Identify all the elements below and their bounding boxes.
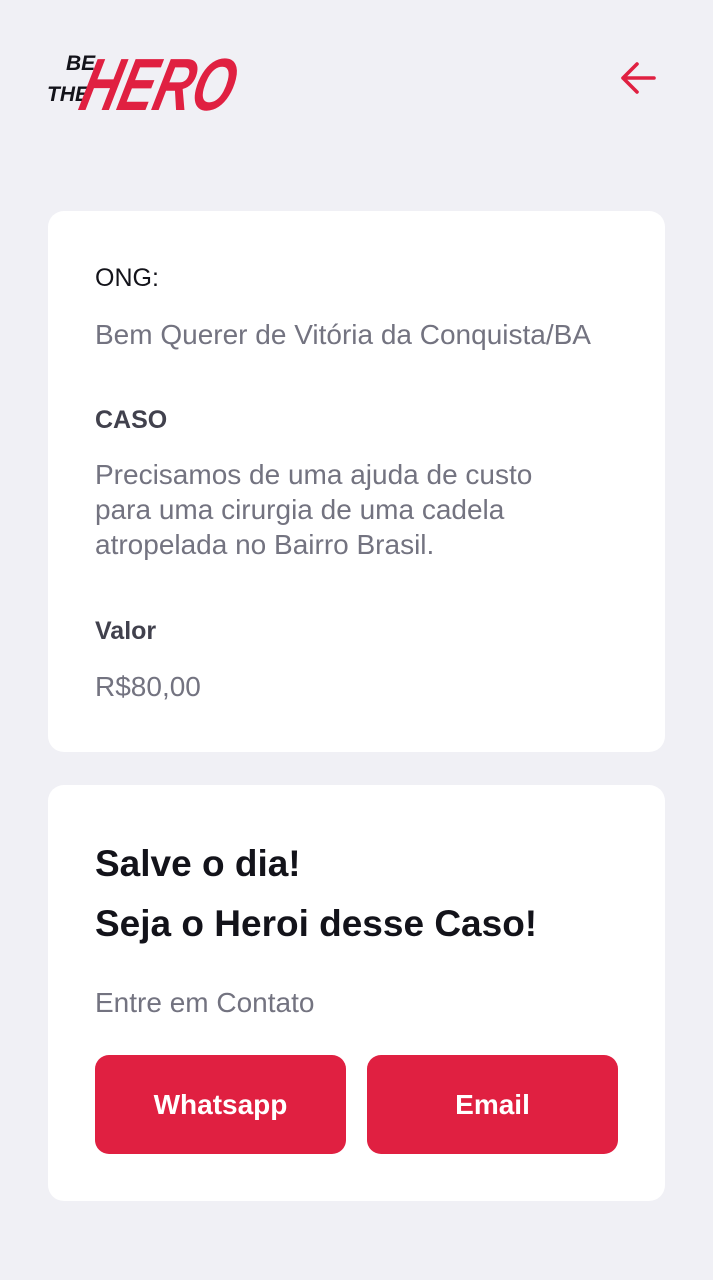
contact-title-line-2: Seja o Heroi desse Caso!	[95, 903, 538, 944]
contact-card: Salve o dia! Seja o Heroi desse Caso! En…	[48, 785, 665, 1201]
contact-description: Entre em Contato	[95, 987, 315, 1018]
case-description-line: para uma cirurgia de uma cadela	[95, 494, 505, 525]
be-the-hero-logo: BE THE HERO	[44, 34, 240, 120]
value-amount: R$80,00	[95, 671, 201, 702]
value-label: Valor	[95, 617, 157, 645]
contact-actions: Whatsapp Email	[95, 1055, 618, 1154]
arrow-left-icon	[621, 62, 656, 94]
incident-card: ONG: Bem Querer de Vitória da Conquista/…	[48, 211, 665, 752]
case-description-line: Precisamos de uma ajuda de custo	[95, 459, 533, 490]
back-button[interactable]	[612, 52, 664, 104]
case-description-line: atropelada no Bairro Brasil.	[95, 529, 435, 560]
contact-title-line-1: Salve o dia!	[95, 843, 301, 884]
email-button[interactable]: Email	[367, 1055, 618, 1154]
ong-label: ONG:	[95, 264, 159, 292]
logo-text-hero: HERO	[73, 43, 240, 120]
whatsapp-button[interactable]: Whatsapp	[95, 1055, 346, 1154]
case-label: CASO	[95, 406, 168, 434]
ong-value: Bem Querer de Vitória da Conquista/BA	[95, 319, 591, 350]
header: BE THE HERO	[0, 0, 713, 160]
case-description: Precisamos de uma ajuda de custo para um…	[95, 457, 625, 562]
